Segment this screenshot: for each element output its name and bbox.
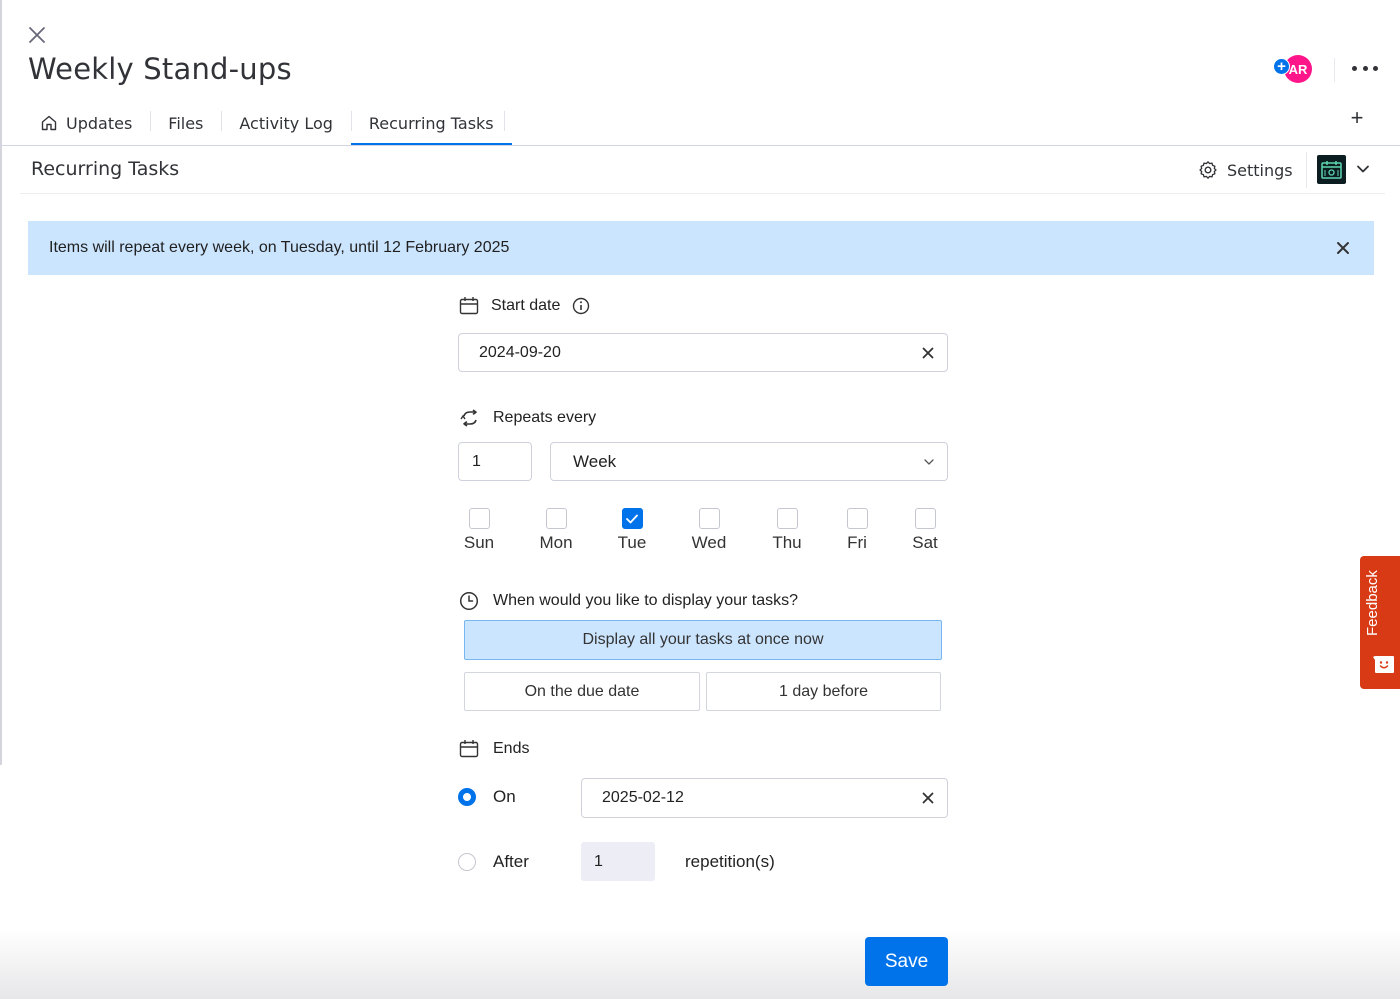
repetitions-label: repetition(s) <box>685 852 775 871</box>
start-date-input[interactable]: 2024-09-20 <box>458 333 948 372</box>
chevron-down-icon[interactable] <box>1354 160 1372 178</box>
checkbox[interactable] <box>914 508 936 529</box>
tabs-divider <box>0 145 1400 146</box>
day-label: Tue <box>617 533 647 552</box>
ends-label: Ends <box>459 739 529 758</box>
day-label: Sat <box>912 533 938 552</box>
checkbox[interactable] <box>846 508 868 529</box>
one-day-before-option[interactable]: 1 day before <box>706 672 941 711</box>
checkbox[interactable] <box>468 508 490 529</box>
tab-files[interactable]: Files <box>150 100 221 146</box>
chevron-down-icon <box>924 459 934 465</box>
section-title: Recurring Tasks <box>31 158 180 180</box>
repeats-label: Repeats every <box>459 409 596 427</box>
subheader-divider <box>1306 152 1307 188</box>
bottom-shadow <box>0 929 1400 999</box>
banner-text: Items will repeat every week, on Tuesday… <box>49 239 510 256</box>
subscribers-avatar[interactable]: AR + <box>1273 54 1315 84</box>
day-sun[interactable]: Sun <box>454 508 504 553</box>
tab-separator <box>504 111 505 131</box>
tab-activity-log[interactable]: Activity Log <box>221 100 351 146</box>
repeat-icon <box>460 409 477 427</box>
gear-icon <box>1199 161 1217 179</box>
repeat-unit-value: Week <box>573 451 617 471</box>
chat-smile-icon <box>1373 656 1394 673</box>
repetitions-input[interactable]: 1 <box>581 842 655 881</box>
ends-on-radio[interactable] <box>458 788 476 806</box>
repeat-interval-input[interactable]: 1 <box>458 442 532 481</box>
day-label: Wed <box>691 533 727 552</box>
calendar-icon <box>459 297 479 315</box>
settings-button[interactable]: Settings <box>1198 156 1293 184</box>
calendar-app-icon <box>1321 161 1342 179</box>
feedback-label: Feedback <box>1364 570 1381 636</box>
weekday-selector: Sun Mon Tue Wed Thu Fri Sat <box>458 508 948 558</box>
day-wed[interactable]: Wed <box>684 508 734 553</box>
more-options-icon[interactable] <box>1352 58 1378 78</box>
day-label: Thu <box>772 533 802 552</box>
day-label: Mon <box>539 533 573 552</box>
day-tue[interactable]: Tue <box>607 508 657 553</box>
settings-label: Settings <box>1227 160 1293 180</box>
day-mon[interactable]: Mon <box>531 508 581 553</box>
checkbox[interactable] <box>776 508 798 529</box>
ends-on-label: On <box>493 787 516 806</box>
feedback-tab[interactable]: Feedback <box>1360 556 1400 689</box>
info-icon[interactable] <box>572 297 590 315</box>
tab-updates[interactable]: Updates <box>28 100 150 146</box>
recurring-app-icon[interactable] <box>1317 155 1346 184</box>
day-label: Fri <box>847 533 867 552</box>
calendar-icon <box>459 740 479 758</box>
check-icon <box>626 514 638 523</box>
checkbox[interactable] <box>545 508 567 529</box>
repeat-unit-select[interactable]: Week <box>550 442 948 481</box>
ends-after-label: After <box>493 852 529 871</box>
display-label: When would you like to display your task… <box>459 591 798 611</box>
label-text: Repeats every <box>493 409 597 426</box>
info-banner: Items will repeat every week, on Tuesday… <box>28 221 1374 275</box>
label-text: Start date <box>491 296 561 314</box>
start-date-value: 2024-09-20 <box>479 343 561 361</box>
repeat-interval-value: 1 <box>472 452 481 470</box>
tab-label: Recurring Tasks <box>368 113 494 133</box>
tab-label: Updates <box>66 113 133 133</box>
end-date-value: 2025-02-12 <box>602 789 684 806</box>
save-button[interactable]: Save <box>865 937 948 986</box>
on-due-date-option[interactable]: On the due date <box>464 672 700 711</box>
clear-start-date-icon[interactable] <box>921 346 935 360</box>
start-date-label: Start date <box>459 296 602 315</box>
tab-recurring-tasks[interactable]: Recurring Tasks <box>350 100 512 146</box>
tab-label: Activity Log <box>239 113 333 133</box>
label-text: When would you like to display your task… <box>493 592 799 609</box>
add-subscriber-icon[interactable]: + <box>1273 58 1290 75</box>
close-icon[interactable] <box>26 24 48 46</box>
day-sat[interactable]: Sat <box>900 508 950 553</box>
end-date-input[interactable]: 2025-02-12 <box>581 778 948 818</box>
tab-label: Files <box>168 113 204 133</box>
checkbox[interactable] <box>698 508 720 529</box>
day-fri[interactable]: Fri <box>832 508 882 553</box>
header-divider <box>1334 58 1335 82</box>
home-icon <box>41 115 57 131</box>
day-label: Sun <box>463 533 495 552</box>
tab-bar: Updates Files Activity Log Recurring Tas… <box>28 100 512 146</box>
clock-icon <box>459 591 479 611</box>
page-title: Weekly Stand-ups <box>28 52 292 86</box>
close-banner-icon[interactable] <box>1334 239 1352 257</box>
add-tab-button[interactable]: + <box>1346 105 1368 130</box>
label-text: Ends <box>493 739 530 757</box>
display-all-now-option[interactable]: Display all your tasks at once now <box>464 620 942 660</box>
panel-edge <box>0 0 2 765</box>
day-thu[interactable]: Thu <box>762 508 812 553</box>
clear-end-date-icon[interactable] <box>921 791 935 805</box>
ends-after-radio[interactable] <box>458 853 476 871</box>
checkbox-checked[interactable] <box>621 508 643 529</box>
subheader-divider-line <box>20 193 1385 194</box>
